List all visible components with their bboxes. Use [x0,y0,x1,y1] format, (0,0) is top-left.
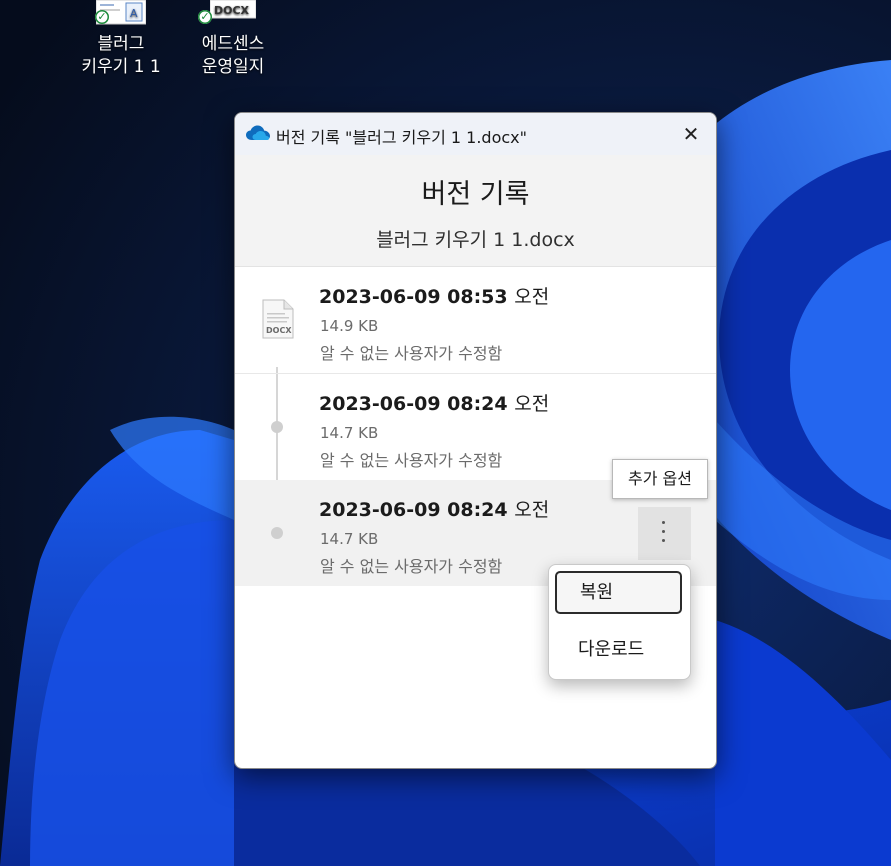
desktop-icon-label: 블러그 키우기 1 1 [81,34,161,77]
sync-check-icon: ✓ [198,10,212,24]
version-size: 14.7 KB [320,530,379,548]
version-author: 알 수 없는 사용자가 수정함 [320,557,503,576]
file-icon-text: DOCX [266,326,292,335]
svg-text:A: A [130,7,138,20]
version-date: 2023-06-09 08:24 오전 [319,389,549,416]
version-date: 2023-06-09 08:53 오전 [319,282,549,309]
more-options-button[interactable] [638,507,691,560]
version-size: 14.9 KB [320,317,379,335]
dialog-header: 버전 기록 블러그 키우기 1 1.docx [235,155,716,267]
docx-thumbnail-text: DOCX [214,4,250,17]
docx-file-icon: DOCX [262,299,294,339]
docx-thumbnail-icon: DOCX [210,0,256,19]
version-datetime: 2023-06-09 08:24 [319,499,508,521]
download-label: 다운로드 [578,639,645,660]
more-vertical-icon [662,521,666,548]
version-author: 알 수 없는 사용자가 수정함 [320,344,503,363]
version-size: 14.7 KB [320,424,379,442]
version-ampm: 오전 [514,286,550,308]
version-date: 2023-06-09 08:24 오전 [319,495,549,522]
desktop-icon-label: 에드센스 운영일지 [201,34,265,77]
version-context-menu: 복원 다운로드 [548,564,691,680]
more-options-tooltip: 추가 옵션 [612,459,708,499]
file-name: 블러그 키우기 1 1.docx [376,229,575,251]
timeline-dot [271,527,283,539]
version-row[interactable]: DOCX 2023-06-09 08:53 오전 14.9 KB 알 수 없는 … [235,267,716,374]
close-button[interactable]: ✕ [678,121,704,147]
onedrive-cloud-icon [246,125,270,140]
restore-label: 복원 [580,582,614,603]
version-datetime: 2023-06-09 08:53 [319,286,508,308]
dialog-titlebar[interactable]: 버전 기록 "블러그 키우기 1 1.docx" ✕ [235,113,716,155]
timeline-dot [271,421,283,433]
sync-check-icon: ✓ [95,10,109,24]
restore-menu-item[interactable]: 복원 [555,571,682,614]
version-datetime: 2023-06-09 08:24 [319,393,508,415]
version-ampm: 오전 [514,393,550,415]
version-ampm: 오전 [514,499,550,521]
version-author: 알 수 없는 사용자가 수정함 [320,451,503,470]
close-icon: ✕ [682,122,700,146]
download-menu-item[interactable]: 다운로드 [555,628,682,671]
dialog-title: 버전 기록 "블러그 키우기 1 1.docx" [276,128,528,147]
page-title: 버전 기록 [421,179,530,210]
